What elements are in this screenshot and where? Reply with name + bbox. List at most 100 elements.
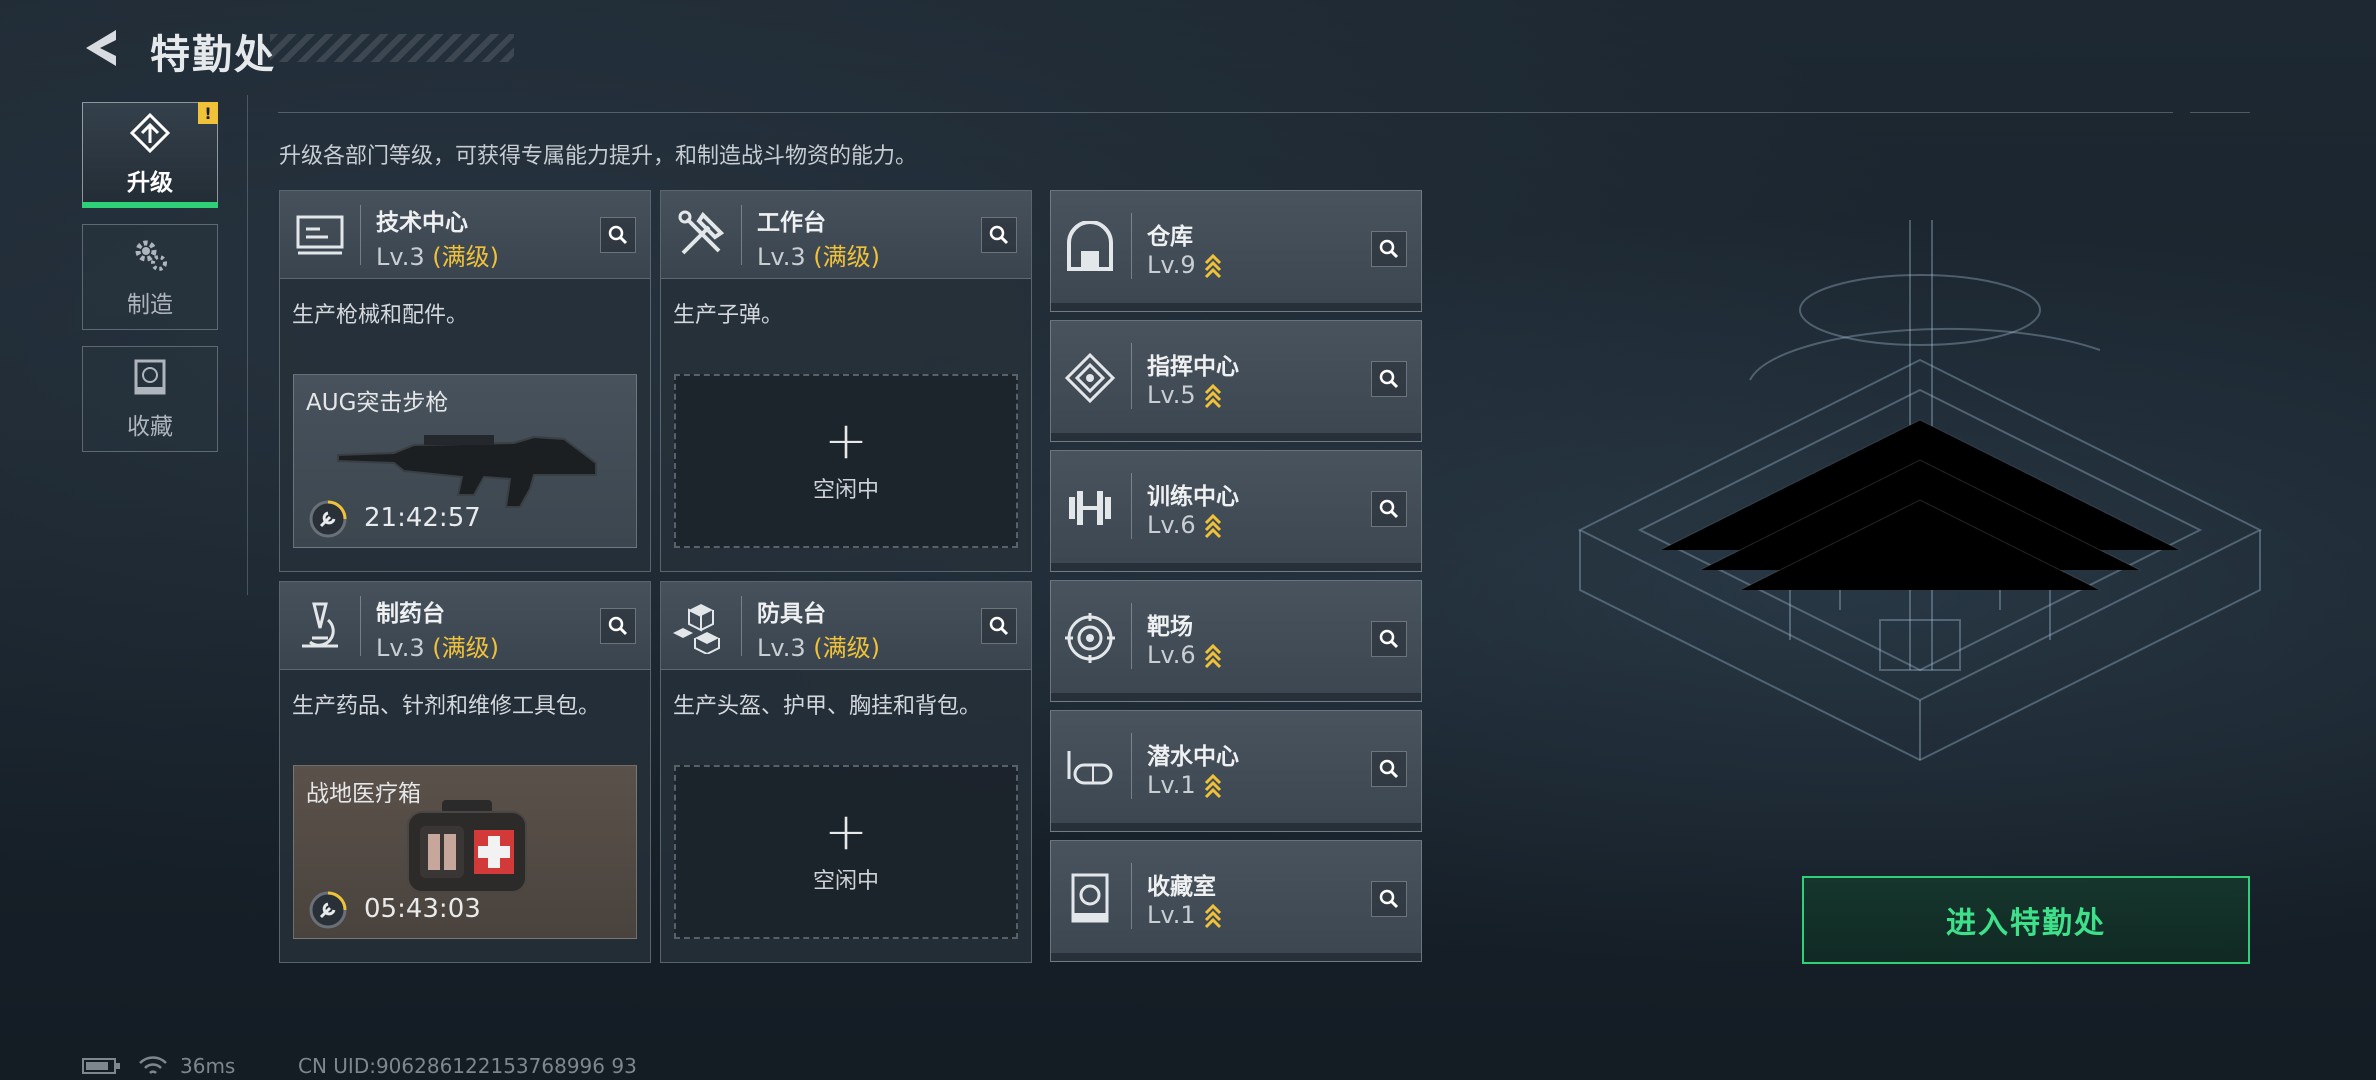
inspect-button[interactable] bbox=[600, 608, 636, 644]
tools-icon bbox=[678, 210, 725, 255]
workshop-name: 工作台 bbox=[757, 210, 826, 236]
facility-name: 指挥中心 bbox=[1147, 354, 1239, 380]
add-icon: + bbox=[824, 802, 868, 862]
inspect-button[interactable] bbox=[600, 217, 636, 253]
crafting-slot[interactable]: AUG突击步枪 21:42:57 bbox=[293, 374, 637, 548]
facility-card-warehouse[interactable]: 仓库 Lv.9 bbox=[1050, 190, 1422, 312]
collection-icon bbox=[134, 359, 166, 395]
upgrade-chevron-icon bbox=[1204, 773, 1221, 799]
ping-value: 36ms bbox=[180, 1054, 236, 1078]
divider bbox=[247, 95, 248, 595]
upgrade-chevron-icon bbox=[1204, 513, 1221, 539]
facility-level: Lv.1 bbox=[1147, 901, 1222, 929]
workshop-description: 生产药品、针剂和维修工具包。 bbox=[292, 694, 601, 719]
workshop-description: 生产头盔、护甲、胸挂和背包。 bbox=[673, 694, 982, 719]
search-icon bbox=[989, 616, 1009, 636]
search-icon bbox=[989, 225, 1009, 245]
search-icon bbox=[608, 225, 628, 245]
facility-name: 仓库 bbox=[1147, 224, 1193, 250]
idle-label: 空闲中 bbox=[812, 478, 879, 503]
upgrade-chevron-icon bbox=[1204, 903, 1221, 929]
tab-craft[interactable]: 制造 bbox=[82, 224, 218, 330]
workshop-name: 制药台 bbox=[376, 601, 445, 627]
workshop-level: Lv.3 (满级) bbox=[376, 243, 499, 271]
base-model-wireframe bbox=[1577, 220, 2263, 762]
facility-card-diving[interactable]: 潜水中心 Lv.1 bbox=[1050, 710, 1422, 832]
workshop-card-workbench[interactable]: 工作台 Lv.3 (满级) 生产子弹。 + 空闲中 bbox=[660, 190, 1032, 572]
crafting-item-name: AUG突击步枪 bbox=[306, 390, 449, 416]
enter-special-ops-button[interactable]: 进入特勤处 bbox=[1802, 876, 2250, 964]
crafting-timer: 05:43:03 bbox=[364, 894, 481, 924]
command-icon bbox=[1064, 352, 1116, 404]
workshop-level: Lv.3 (满级) bbox=[757, 634, 880, 662]
inspect-button[interactable] bbox=[1371, 621, 1407, 657]
idle-label: 空闲中 bbox=[812, 869, 879, 894]
back-arrow-icon[interactable] bbox=[80, 26, 124, 70]
facility-card-command[interactable]: 指挥中心 Lv.5 bbox=[1050, 320, 1422, 442]
search-icon bbox=[1379, 629, 1399, 649]
wifi-icon bbox=[139, 1056, 167, 1074]
facility-name: 潜水中心 bbox=[1147, 744, 1239, 770]
facility-level: Lv.1 bbox=[1147, 771, 1222, 799]
divider bbox=[278, 112, 2173, 113]
inspect-button[interactable] bbox=[1371, 231, 1407, 267]
alert-badge: ! bbox=[198, 102, 218, 124]
crafting-slot[interactable]: 战地医疗箱 05:43:03 bbox=[293, 765, 637, 939]
crafting-timer: 21:42:57 bbox=[364, 503, 481, 533]
search-icon bbox=[1379, 889, 1399, 909]
facility-card-training[interactable]: 训练中心 Lv.6 bbox=[1050, 450, 1422, 572]
workshop-name: 技术中心 bbox=[376, 210, 468, 236]
upgrade-chevron-icon bbox=[1204, 643, 1221, 669]
search-icon bbox=[608, 616, 628, 636]
computer-icon bbox=[296, 215, 344, 255]
facility-level: Lv.6 bbox=[1147, 641, 1222, 669]
cubes-icon bbox=[673, 604, 720, 654]
divider bbox=[2190, 112, 2250, 113]
inspect-button[interactable] bbox=[1371, 361, 1407, 397]
facility-name: 训练中心 bbox=[1147, 484, 1239, 510]
tab-collect[interactable]: 收藏 bbox=[82, 346, 218, 452]
idle-slot[interactable]: + 空闲中 bbox=[674, 765, 1018, 939]
warehouse-icon bbox=[1067, 221, 1113, 271]
facility-card-collection-room[interactable]: 收藏室 Lv.1 bbox=[1050, 840, 1422, 962]
idle-slot[interactable]: + 空闲中 bbox=[674, 374, 1018, 548]
facility-level: Lv.5 bbox=[1147, 381, 1222, 409]
facility-level: Lv.9 bbox=[1147, 251, 1222, 279]
tab-upgrade[interactable]: 升级 ! bbox=[82, 102, 218, 208]
user-uid: CN UID:906286122153768996 93 bbox=[298, 1054, 637, 1078]
facility-card-range[interactable]: 靶场 Lv.6 bbox=[1050, 580, 1422, 702]
upgrade-icon bbox=[129, 113, 171, 153]
tab-label: 制造 bbox=[127, 292, 173, 318]
inspect-button[interactable] bbox=[1371, 751, 1407, 787]
workshop-card-tech[interactable]: 技术中心 Lv.3 (满级) 生产枪械和配件。 AUG突击步枪 21:42:57 bbox=[279, 190, 651, 572]
battery-icon bbox=[82, 1058, 120, 1074]
facility-level: Lv.6 bbox=[1147, 511, 1222, 539]
facility-name: 收藏室 bbox=[1147, 874, 1216, 900]
dumbbell-icon bbox=[1069, 491, 1111, 525]
upgrade-chevron-icon bbox=[1204, 253, 1221, 279]
microscope-icon bbox=[302, 602, 338, 648]
workshop-card-armor[interactable]: 防具台 Lv.3 (满级) 生产头盔、护甲、胸挂和背包。 + 空闲中 bbox=[660, 581, 1032, 963]
workshop-card-pharmacy[interactable]: 制药台 Lv.3 (满级) 生产药品、针剂和维修工具包。 战地医疗箱 05:43… bbox=[279, 581, 651, 963]
tab-label: 收藏 bbox=[127, 414, 173, 440]
inspect-button[interactable] bbox=[981, 608, 1017, 644]
search-icon bbox=[1379, 369, 1399, 389]
title-decoration bbox=[270, 34, 514, 62]
search-icon bbox=[1379, 759, 1399, 779]
tab-label: 升级 bbox=[127, 170, 173, 196]
gears-icon bbox=[135, 240, 167, 271]
wrench-timer-icon bbox=[309, 500, 347, 538]
search-icon bbox=[1379, 239, 1399, 259]
page-description: 升级各部门等级，可获得专属能力提升，和制造战斗物资的能力。 bbox=[279, 144, 918, 169]
upgrade-chevron-icon bbox=[1204, 383, 1221, 409]
page-title: 特勤处 bbox=[150, 32, 276, 78]
inspect-button[interactable] bbox=[981, 217, 1017, 253]
wrench-timer-icon bbox=[309, 891, 347, 929]
inspect-button[interactable] bbox=[1371, 881, 1407, 917]
collection-room-icon bbox=[1071, 873, 1109, 923]
facility-name: 靶场 bbox=[1147, 614, 1193, 640]
inspect-button[interactable] bbox=[1371, 491, 1407, 527]
add-icon: + bbox=[824, 411, 868, 471]
workshop-level: Lv.3 (满级) bbox=[376, 634, 499, 662]
workshop-description: 生产子弹。 bbox=[673, 303, 784, 328]
